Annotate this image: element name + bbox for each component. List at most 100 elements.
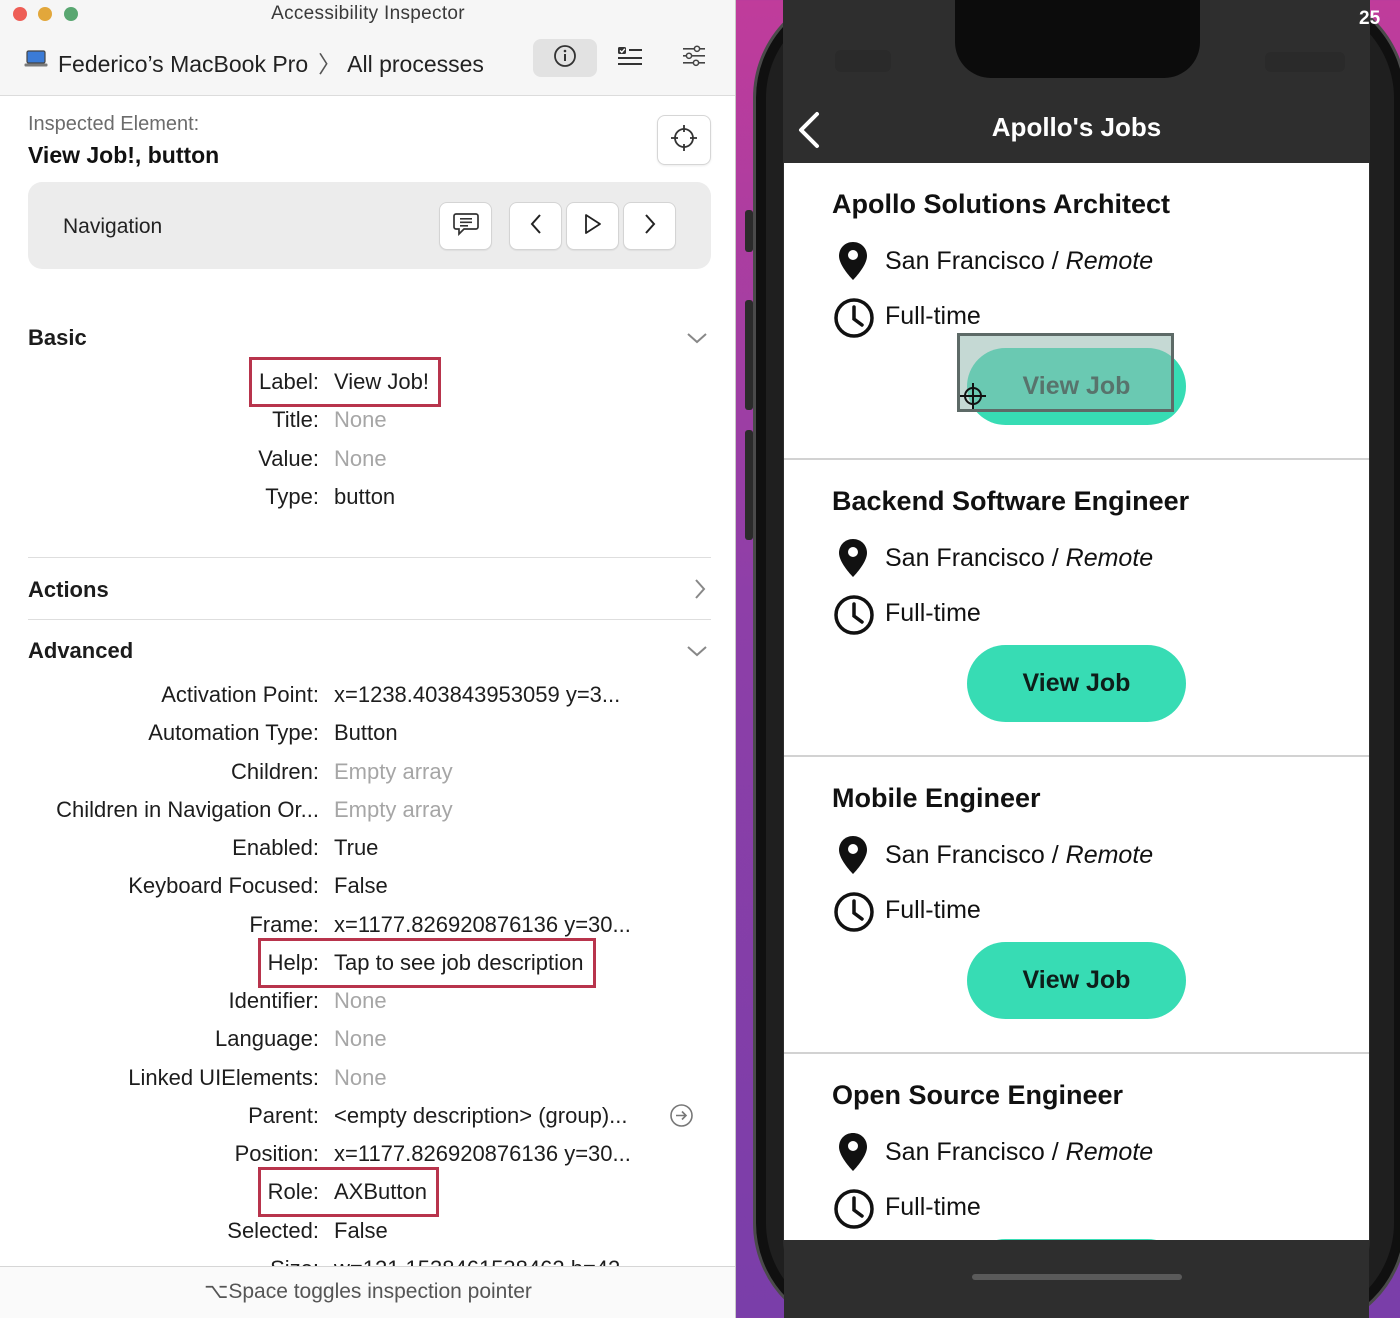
actions-section-title[interactable]: Actions [28,577,109,603]
chevron-right-icon[interactable] [692,578,708,605]
audit-mode-button[interactable] [598,39,662,77]
advanced-section-title[interactable]: Advanced [28,638,133,664]
basic-section-title[interactable]: Basic [28,325,87,351]
process-name[interactable]: All processes [347,51,484,77]
crosshair-icon [670,124,698,157]
property-value: Button [334,720,398,746]
job-city: San Francisco / [885,247,1059,275]
laptop-icon [24,50,48,73]
speech-icon [452,212,479,241]
clock-icon [833,891,875,938]
highlight-box [257,937,596,988]
property-label: Title: [272,407,319,433]
volume-up-button [745,300,753,410]
chevron-down-icon[interactable] [686,330,708,351]
job-remote: Remote [1065,1138,1154,1166]
section-divider [28,557,711,558]
job-location: San Francisco / Remote [885,1138,1153,1167]
property-label: Parent: [248,1102,319,1128]
job-city: San Francisco / [885,544,1059,572]
go-to-parent-icon[interactable] [669,1103,694,1133]
settings-icon [681,44,707,72]
accessibility-inspector-window: Accessibility Inspector Federico’s MacBo… [0,0,736,1318]
location-pin-icon [838,538,868,583]
screen-title: Apollo's Jobs [991,112,1162,142]
footer: ⌥Space toggles inspection pointer [0,1267,735,1318]
property-label: Linked UIElements: [128,1064,319,1090]
job-city: San Francisco / [885,1138,1059,1166]
toolbar: Accessibility Inspector Federico’s MacBo… [0,0,735,96]
job-remote: Remote [1065,247,1154,275]
property-label: Keyboard Focused: [128,873,319,899]
property-value: <empty description> (group)... [334,1102,628,1128]
section-divider [28,619,711,620]
job-type: Full-time [885,896,981,924]
property-value: None [334,445,387,471]
property-label: Enabled: [232,835,319,860]
chevron-down-icon[interactable] [686,643,708,664]
job-card[interactable]: Mobile Engineer San Francisco / Remote Ful… [784,757,1369,1054]
play-icon [583,213,603,240]
property-value: x=1177.826920876136 y=30... [334,911,631,937]
view-job-button[interactable]: View Job [967,645,1186,722]
device-name[interactable]: Federico’s MacBook Pro [58,51,308,77]
job-card[interactable]: Backend Software Engineer San Francisco /… [784,460,1369,757]
footer-hint: ⌥Space toggles inspection pointer [204,1280,532,1303]
clock-icon [833,594,875,641]
property-label: Frame: [249,911,319,937]
next-element-button[interactable] [623,202,676,250]
status-bar-indicators [1265,52,1345,72]
property-value: button [334,483,396,509]
property-value: None [334,1026,387,1052]
location-pin-icon [838,241,868,286]
mute-switch [745,210,753,252]
property-label: Children in Navigation Or... [56,796,319,822]
navigation-label: Navigation [63,215,163,238]
navigation-panel: Navigation [28,182,711,269]
property-label: Identifier: [228,988,320,1013]
phone-notch [955,0,1200,78]
location-pin-icon [838,1132,868,1177]
auto-navigate-button[interactable] [566,202,619,250]
job-location: San Francisco / Remote [885,247,1153,276]
view-job-button[interactable]: View Job [967,942,1186,1019]
property-label: Position: [234,1141,319,1166]
target-breadcrumb[interactable]: Federico’s MacBook Pro 〉 All processes [58,45,484,79]
job-remote: Remote [1065,544,1154,572]
inspected-element-overlay [957,333,1174,412]
status-bar-time [835,50,891,72]
clock-icon [833,1188,875,1235]
settings-mode-button[interactable] [662,39,726,77]
speak-button[interactable] [439,202,492,250]
property-value: Empty array [334,796,453,822]
job-card[interactable]: Apollo Solutions Architect San Francisco … [784,163,1369,460]
location-pin-icon [838,835,868,880]
inspector-mode-button[interactable] [533,39,597,77]
job-card[interactable]: Open Source Engineer San Francisco / Remo… [784,1054,1369,1240]
highlight-box [249,357,441,407]
job-title: Backend Software Engineer [832,486,1190,516]
property-label: Selected: [227,1217,319,1243]
job-location: San Francisco / Remote [885,544,1153,573]
window-title: Accessibility Inspector [271,3,465,24]
clock-icon [833,297,875,344]
inspected-element-name: View Job!, button [28,142,220,168]
property-value: Empty array [334,758,453,784]
previous-element-button[interactable] [509,202,562,250]
property-label: Children: [230,758,319,784]
job-remote: Remote [1065,841,1154,869]
breadcrumb-separator: 〉 [318,51,342,77]
property-label: Language: [215,1026,319,1052]
highlight-box [257,1167,439,1218]
volume-down-button [745,430,753,540]
job-list[interactable]: Apollo Solutions Architect San Francisco … [784,163,1369,1240]
info-icon [553,44,577,73]
corner-badge: 25 [1359,8,1381,29]
property-value: x=1238.403843953059 y=3... [334,682,621,707]
property-value: None [334,988,387,1013]
property-label: Activation Point: [161,682,319,707]
property-value: True [334,835,379,860]
home-indicator[interactable] [972,1274,1182,1280]
property-value: False [334,873,388,899]
inspection-pointer-button[interactable] [657,115,711,165]
